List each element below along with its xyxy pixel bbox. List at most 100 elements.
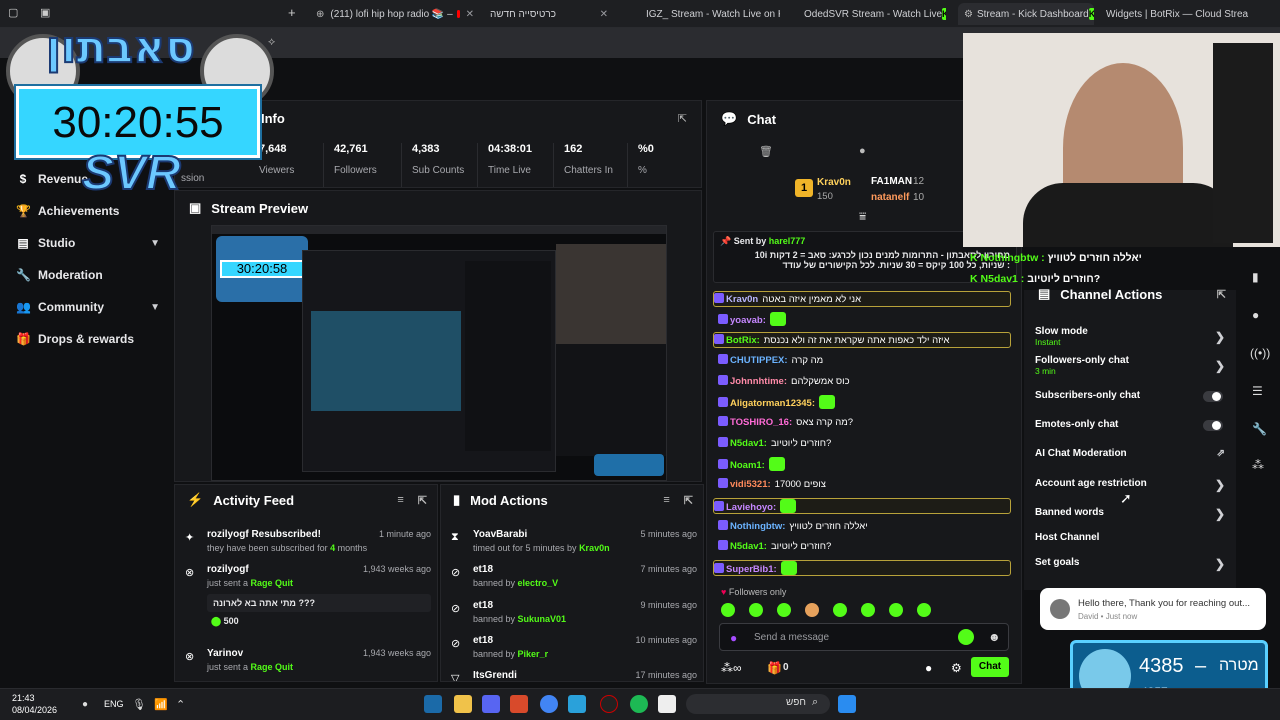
- chat-username[interactable]: BotRix:: [726, 335, 760, 346]
- popout-icon[interactable]: ⇱: [684, 494, 693, 507]
- emote-icon[interactable]: [889, 603, 903, 617]
- toggle-switch[interactable]: [1203, 391, 1223, 402]
- chat-username[interactable]: Johnnhtime:: [730, 376, 787, 387]
- folder-icon[interactable]: [454, 695, 472, 713]
- emote-icon[interactable]: [749, 603, 763, 617]
- chat-username[interactable]: TOSHIRO_16:: [730, 417, 792, 428]
- wrench-icon[interactable]: 🔧: [1252, 422, 1267, 436]
- emoji-icon[interactable]: ☻: [988, 630, 1001, 644]
- send-chat-button[interactable]: Chat: [971, 657, 1009, 677]
- chat-message[interactable]: Krav0n אני לא מאמין איזה באטה: [713, 291, 1011, 307]
- emote-icon[interactable]: [833, 603, 847, 617]
- taskbar-search[interactable]: חפש ⌕: [686, 694, 830, 714]
- chat-message[interactable]: N5dav1: חוזרים ליוטיוב?: [718, 436, 1010, 452]
- chat-message[interactable]: TOSHIRO_16: מה קרה צאס?: [718, 415, 1010, 431]
- chat-username[interactable]: vidi5321:: [730, 479, 771, 490]
- chat-message[interactable]: Laviehoyo:: [713, 498, 1011, 514]
- settings-icon[interactable]: ⚙: [951, 661, 962, 675]
- notifications-icon[interactable]: ●: [82, 699, 88, 710]
- action-set-goals[interactable]: Set goals ❯: [1035, 557, 1225, 571]
- wifi-icon[interactable]: 📶: [154, 698, 168, 711]
- chat-message[interactable]: Nothingbtw: יאללה חוזרים לטוויץ: [718, 519, 1010, 535]
- chat-username[interactable]: SuperBib1:: [726, 564, 777, 575]
- popout-icon[interactable]: ⇱: [678, 112, 687, 125]
- mic-icon[interactable]: 🎙: [132, 698, 146, 711]
- chat-input[interactable]: ● Send a message ☻: [719, 623, 1009, 651]
- app-icon[interactable]: [510, 695, 528, 713]
- action-account-age[interactable]: Account age restriction ❯: [1035, 478, 1225, 492]
- chat-username[interactable]: CHUTIPPEX:: [730, 355, 788, 366]
- obs-icon[interactable]: [600, 695, 618, 713]
- chat-message[interactable]: BotRix: איזה ילד כאפות אתה שקראת את זה ול…: [713, 332, 1011, 349]
- discord-icon[interactable]: [482, 695, 500, 713]
- chat-settings-icon[interactable]: ●: [859, 145, 866, 157]
- chat-message[interactable]: Noam1:: [718, 456, 1010, 473]
- sidebar-item-moderation[interactable]: 🔧 Moderation: [16, 268, 160, 282]
- chat-message[interactable]: N5dav1: חוזרים ליוטיוב?: [718, 539, 1010, 555]
- sidebar-item-studio[interactable]: ▤ Studio ▼: [16, 236, 160, 250]
- action-slow-mode[interactable]: Slow mode Instant ❯: [1035, 326, 1225, 347]
- filter-icon[interactable]: ≡: [397, 494, 403, 506]
- tab-lofi[interactable]: ⊕ (211) lofi hip hop radio 📚 – ✕: [310, 3, 480, 25]
- document-icon[interactable]: ▮: [1252, 270, 1259, 284]
- points-icon[interactable]: ⁂∞: [721, 661, 742, 675]
- action-subscribers-only[interactable]: Subscribers-only chat: [1035, 390, 1225, 402]
- tab-close-icon[interactable]: ✕: [594, 9, 608, 20]
- emote-icon[interactable]: [917, 603, 931, 617]
- chat-message[interactable]: SuperBib1:: [713, 560, 1011, 577]
- chat-username[interactable]: Noam1:: [730, 460, 765, 471]
- action-banned-words[interactable]: Banned words ❯: [1035, 507, 1225, 521]
- chat-username[interactable]: N5dav1:: [730, 438, 767, 449]
- chat-bubble-icon[interactable]: ●: [1252, 308, 1259, 322]
- chat-username[interactable]: Laviehoyo:: [726, 502, 776, 513]
- action-host-channel[interactable]: Host Channel: [1035, 532, 1225, 543]
- stream-video[interactable]: 30:20:58: [211, 225, 667, 481]
- gift-icon[interactable]: 🎁: [767, 661, 782, 675]
- kick-emote-icon[interactable]: [958, 629, 974, 645]
- windows-start-icon[interactable]: [838, 695, 856, 713]
- emote-icon[interactable]: [805, 603, 819, 617]
- new-tab-icon[interactable]: +: [288, 5, 296, 20]
- tab-botrix[interactable]: Widgets | BotRix — Cloud Strea: [1100, 3, 1250, 25]
- broadcast-icon[interactable]: ((•)): [1250, 346, 1270, 360]
- telegram-icon[interactable]: [568, 695, 586, 713]
- chat-username[interactable]: N5dav1:: [730, 541, 767, 552]
- emote-icon[interactable]: [777, 603, 791, 617]
- points-icon[interactable]: ⁂: [1252, 458, 1264, 472]
- chat-message[interactable]: yoavab:: [718, 311, 1010, 328]
- action-followers-only[interactable]: Followers-only chat 3 min ❯: [1035, 355, 1225, 376]
- chat-message[interactable]: CHUTIPPEX: מה קרה: [718, 353, 1010, 369]
- language-indicator[interactable]: ENG: [104, 699, 124, 709]
- tab-igz[interactable]: IGZ_ Stream - Watch Live on KiK: [640, 3, 780, 25]
- popout-icon[interactable]: ⇱: [418, 494, 427, 507]
- emote-icon[interactable]: [861, 603, 875, 617]
- action-ai-moderation[interactable]: AI Chat Moderation ⇗: [1035, 448, 1225, 459]
- filter-icon[interactable]: ≡: [663, 494, 669, 506]
- chat-username[interactable]: yoavab:: [730, 315, 766, 326]
- chevron-up-icon[interactable]: ⌃: [176, 698, 185, 711]
- notepad-icon[interactable]: [658, 695, 676, 713]
- chat-username[interactable]: Krav0n: [726, 294, 758, 305]
- popout-icon[interactable]: ⇱: [1217, 288, 1226, 301]
- tab-odedsvr[interactable]: OdedSVR Stream - Watch Live K: [798, 3, 946, 25]
- tab-kick-dashboard[interactable]: ⚙ Stream - Kick Dashboard K: [958, 3, 1094, 25]
- list-icon[interactable]: ☰: [1252, 384, 1263, 398]
- sidebar-item-community[interactable]: 👥 Community ▼: [16, 300, 160, 314]
- chat-message[interactable]: Johnnhtime: כוס אמשקלהם: [718, 374, 1010, 390]
- expand-icon[interactable]: ⩸: [859, 209, 866, 224]
- chat-message[interactable]: Aligatorman12345:: [718, 394, 1010, 411]
- chat-username[interactable]: Nothingbtw:: [730, 521, 785, 532]
- mic-icon[interactable]: ●: [730, 631, 737, 645]
- sidebar-item-achievements[interactable]: 🏆 Achievements: [16, 204, 160, 218]
- toggle-switch[interactable]: [1203, 420, 1223, 431]
- support-notification[interactable]: Hello there, Thank you for reaching out.…: [1040, 588, 1266, 630]
- chat-bubble-icon[interactable]: ●: [925, 661, 932, 675]
- steam-icon[interactable]: [424, 695, 442, 713]
- chat-message[interactable]: vidi5321: 17000 צופים: [718, 477, 1010, 493]
- tab-new[interactable]: כרטיסייה חדשה ✕: [484, 3, 614, 25]
- chrome-icon[interactable]: [540, 695, 558, 713]
- spotify-icon[interactable]: [630, 695, 648, 713]
- emote-icon[interactable]: [721, 603, 735, 617]
- sidebar-item-drops[interactable]: 🎁 Drops & rewards: [16, 332, 160, 346]
- trash-icon[interactable]: 🗑: [759, 145, 773, 158]
